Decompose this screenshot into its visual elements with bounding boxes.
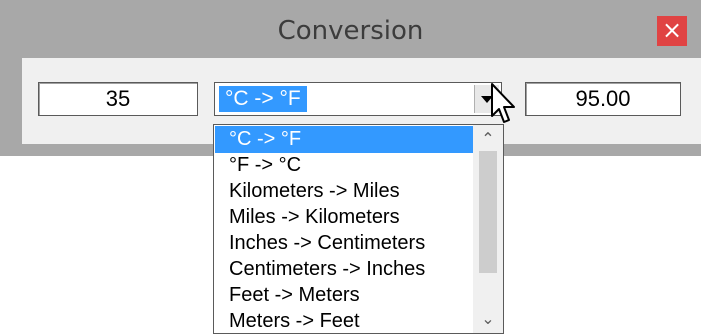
conversion-select[interactable]: °C -> °F (214, 82, 502, 116)
close-button[interactable]: × (657, 16, 687, 46)
list-item[interactable]: Centimeters -> Inches (215, 256, 473, 283)
scrollbar-thumb[interactable] (479, 151, 497, 273)
list-item[interactable]: Kilometers -> Miles (215, 178, 473, 205)
list-item[interactable]: Inches -> Centimeters (215, 230, 473, 257)
output-value-field: 95.00 (525, 82, 681, 116)
title-bar[interactable]: Conversion × (0, 0, 701, 56)
scroll-down-button[interactable]: ⌄ (473, 307, 503, 331)
list-item[interactable]: Feet -> Meters (215, 282, 473, 309)
dropdown-scrollbar[interactable]: ⌃ ⌄ (473, 125, 503, 333)
conversion-select-value: °C -> °F (219, 86, 307, 112)
conversion-dropdown-list[interactable]: °C -> °F °F -> °C Kilometers -> Miles Mi… (213, 124, 504, 334)
input-value-field[interactable]: 35 (38, 82, 198, 116)
list-item[interactable]: °F -> °C (215, 152, 473, 179)
list-item[interactable]: Meters -> Feet (215, 308, 473, 333)
chevron-up-icon: ⌃ (481, 129, 495, 148)
close-icon: × (661, 16, 683, 44)
window-title: Conversion (277, 16, 424, 46)
scroll-up-button[interactable]: ⌃ (473, 127, 503, 151)
list-item[interactable]: Miles -> Kilometers (215, 204, 473, 231)
list-item[interactable]: °C -> °F (215, 126, 473, 153)
chevron-down-icon: ⌄ (481, 309, 495, 328)
mouse-pointer-icon (491, 83, 515, 123)
